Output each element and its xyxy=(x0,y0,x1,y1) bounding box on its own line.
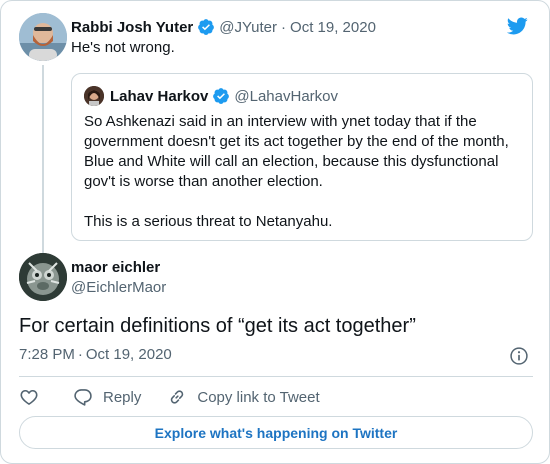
parent-author-avatar[interactable] xyxy=(19,13,67,61)
thread-connector-line xyxy=(42,65,44,257)
like-button[interactable] xyxy=(19,387,39,407)
tweet-date: Oct 19, 2020 xyxy=(85,346,172,363)
reply-icon xyxy=(74,389,92,406)
reply-button[interactable]: Reply xyxy=(73,387,141,407)
verified-badge-icon xyxy=(198,19,215,35)
quoted-tweet-text: So Ashkenazi said in an interview with y… xyxy=(84,112,524,232)
quoted-tweet-paragraph: So Ashkenazi said in an interview with y… xyxy=(84,113,509,190)
reply-label: Reply xyxy=(103,388,142,406)
divider xyxy=(19,376,533,377)
verified-badge-icon xyxy=(213,88,230,104)
quoted-tweet[interactable]: Lahav Harkov @LahavHarkov So Ashkenazi s… xyxy=(71,73,533,241)
parent-tweet-date[interactable]: Oct 19, 2020 xyxy=(290,19,376,36)
parent-tweet-header: Rabbi Josh Yuter @JYuter · Oct 19, 2020 xyxy=(71,17,376,37)
main-author-name[interactable]: maor eichler xyxy=(71,259,160,276)
header-separator: · xyxy=(281,18,287,36)
info-icon[interactable] xyxy=(509,346,529,366)
parent-author-handle[interactable]: @JYuter xyxy=(219,19,277,36)
quoted-author-avatar xyxy=(84,86,104,106)
tweet-actions: Reply Copy link to Tweet xyxy=(19,385,320,409)
copy-link-label: Copy link to Tweet xyxy=(197,388,320,406)
explore-twitter-button[interactable]: Explore what's happening on Twitter xyxy=(19,416,533,449)
heart-icon xyxy=(20,389,38,405)
quoted-tweet-paragraph: This is a serious threat to Netanyahu. xyxy=(84,213,333,230)
timestamp-separator: · xyxy=(77,346,83,363)
parent-tweet-text: He's not wrong. xyxy=(71,39,175,56)
twitter-bird-icon[interactable] xyxy=(505,15,529,37)
main-author-avatar[interactable] xyxy=(19,253,67,301)
parent-author-name[interactable]: Rabbi Josh Yuter xyxy=(71,19,193,36)
quoted-author-handle: @LahavHarkov xyxy=(234,87,338,105)
link-icon xyxy=(171,390,184,404)
main-tweet-timestamp[interactable]: 7:28 PM · Oct 19, 2020 xyxy=(19,346,172,363)
embedded-tweet-card: Rabbi Josh Yuter @JYuter · Oct 19, 2020 … xyxy=(0,0,550,464)
copy-link-button[interactable]: Copy link to Tweet xyxy=(167,387,320,407)
main-tweet-text: For certain definitions of “get its act … xyxy=(19,315,416,337)
quoted-author-name: Lahav Harkov xyxy=(110,87,209,105)
quoted-tweet-header: Lahav Harkov @LahavHarkov xyxy=(84,86,338,106)
tweet-time: 7:28 PM xyxy=(19,346,75,363)
main-author-handle[interactable]: @EichlerMaor xyxy=(71,279,166,296)
